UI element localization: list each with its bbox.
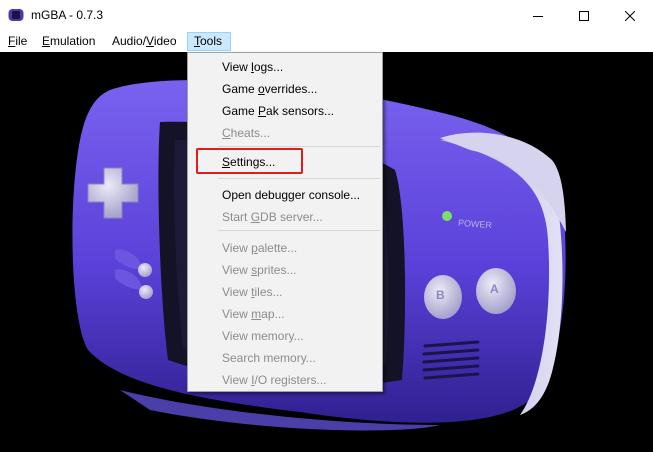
view-map-label: ap...	[261, 307, 285, 321]
view-palette-label: alette...	[257, 241, 298, 255]
menu-emulation-label: mulation	[50, 34, 96, 48]
menu-audio-video-label: ideo	[153, 34, 177, 48]
menu-item-start-gdb-server[interactable]: Start GDB server...	[222, 210, 323, 224]
minimize-button[interactable]	[515, 0, 561, 31]
menu-item-view-io-registers[interactable]: View I/O registers...	[222, 373, 327, 387]
view-map-prefix: View	[222, 307, 252, 321]
view-logs-prefix: View	[222, 60, 252, 74]
menu-separator	[218, 146, 380, 147]
game-pak-sensors-label: ak sensors...	[266, 104, 335, 118]
cheats-mnemonic: C	[222, 126, 231, 140]
game-overrides-prefix: Game	[222, 82, 259, 96]
view-io-registers-label: /O registers...	[254, 373, 327, 387]
view-tiles-label: iles...	[254, 285, 283, 299]
menu-item-view-sprites[interactable]: View sprites...	[222, 263, 297, 277]
search-memory-label: Search memory...	[222, 351, 316, 365]
menu-separator	[218, 178, 380, 179]
menu-file-label: ile	[15, 34, 28, 48]
view-map-mnemonic: m	[251, 307, 262, 321]
view-memory-label: View memory...	[222, 329, 304, 343]
window-title: mGBA - 0.7.3	[31, 8, 104, 22]
menu-item-game-overrides[interactable]: Game overrides...	[222, 82, 317, 96]
view-tiles-prefix: View	[222, 285, 252, 299]
view-sprites-label: prites...	[257, 263, 297, 277]
start-gdb-server-prefix: Start	[222, 210, 251, 224]
close-icon	[625, 10, 635, 21]
menu-item-view-memory[interactable]: View memory...	[222, 329, 304, 343]
menu-audio-video-prefix: Audio/	[112, 34, 147, 48]
menu-file[interactable]: File	[2, 32, 33, 51]
menu-item-game-pak-sensors[interactable]: Game Pak sensors...	[222, 104, 334, 118]
menu-separator	[218, 230, 380, 231]
open-debugger-console-label: Open debugger console...	[222, 188, 361, 202]
tools-dropdown-menu: View logs... Game overrides... Game Pak …	[187, 52, 383, 392]
menu-audio-video-mnemonic: V	[146, 34, 154, 48]
menu-item-settings[interactable]: Settings...	[222, 155, 275, 169]
menu-item-search-memory[interactable]: Search memory...	[222, 351, 316, 365]
maximize-icon	[579, 10, 589, 21]
button-a-label: A	[490, 282, 499, 296]
start-gdb-server-label: DB server...	[260, 210, 323, 224]
maximize-button[interactable]	[561, 0, 607, 31]
menu-item-view-tiles[interactable]: View tiles...	[222, 285, 283, 299]
minimize-icon	[533, 15, 543, 17]
view-logs-label: ogs...	[253, 60, 284, 74]
view-palette-mnemonic: p	[251, 241, 258, 255]
menu-emulation[interactable]: Emulation	[36, 32, 101, 51]
mgba-app-icon	[8, 9, 24, 21]
menu-item-cheats[interactable]: Cheats...	[222, 126, 270, 140]
button-b-label: B	[436, 288, 445, 302]
menu-item-view-palette[interactable]: View palette...	[222, 241, 297, 255]
menu-bar: File Emulation Audio/Video Tools	[0, 31, 653, 52]
start-gdb-server-mnemonic: G	[250, 210, 261, 224]
menu-audio-video[interactable]: Audio/Video	[106, 32, 183, 51]
cheats-label: heats...	[230, 126, 271, 140]
game-pak-sensors-prefix: Game	[222, 104, 259, 118]
view-palette-prefix: View	[222, 241, 252, 255]
settings-label: ettings...	[230, 155, 276, 169]
menu-tools-label: ools	[200, 34, 223, 48]
game-pak-sensors-mnemonic: P	[258, 104, 267, 118]
menu-item-open-debugger-console[interactable]: Open debugger console...	[222, 188, 360, 202]
title-bar: mGBA - 0.7.3	[0, 0, 653, 32]
game-overrides-label: verrides...	[264, 82, 318, 96]
close-button[interactable]	[607, 0, 653, 31]
settings-mnemonic: S	[222, 155, 231, 169]
menu-item-view-map[interactable]: View map...	[222, 307, 285, 321]
menu-item-view-logs[interactable]: View logs...	[222, 60, 283, 74]
view-io-registers-prefix: View	[222, 373, 252, 387]
menu-tools[interactable]: Tools	[187, 32, 231, 51]
menu-emulation-mnemonic: E	[42, 34, 51, 48]
view-sprites-prefix: View	[222, 263, 252, 277]
game-overrides-mnemonic: o	[258, 82, 265, 96]
